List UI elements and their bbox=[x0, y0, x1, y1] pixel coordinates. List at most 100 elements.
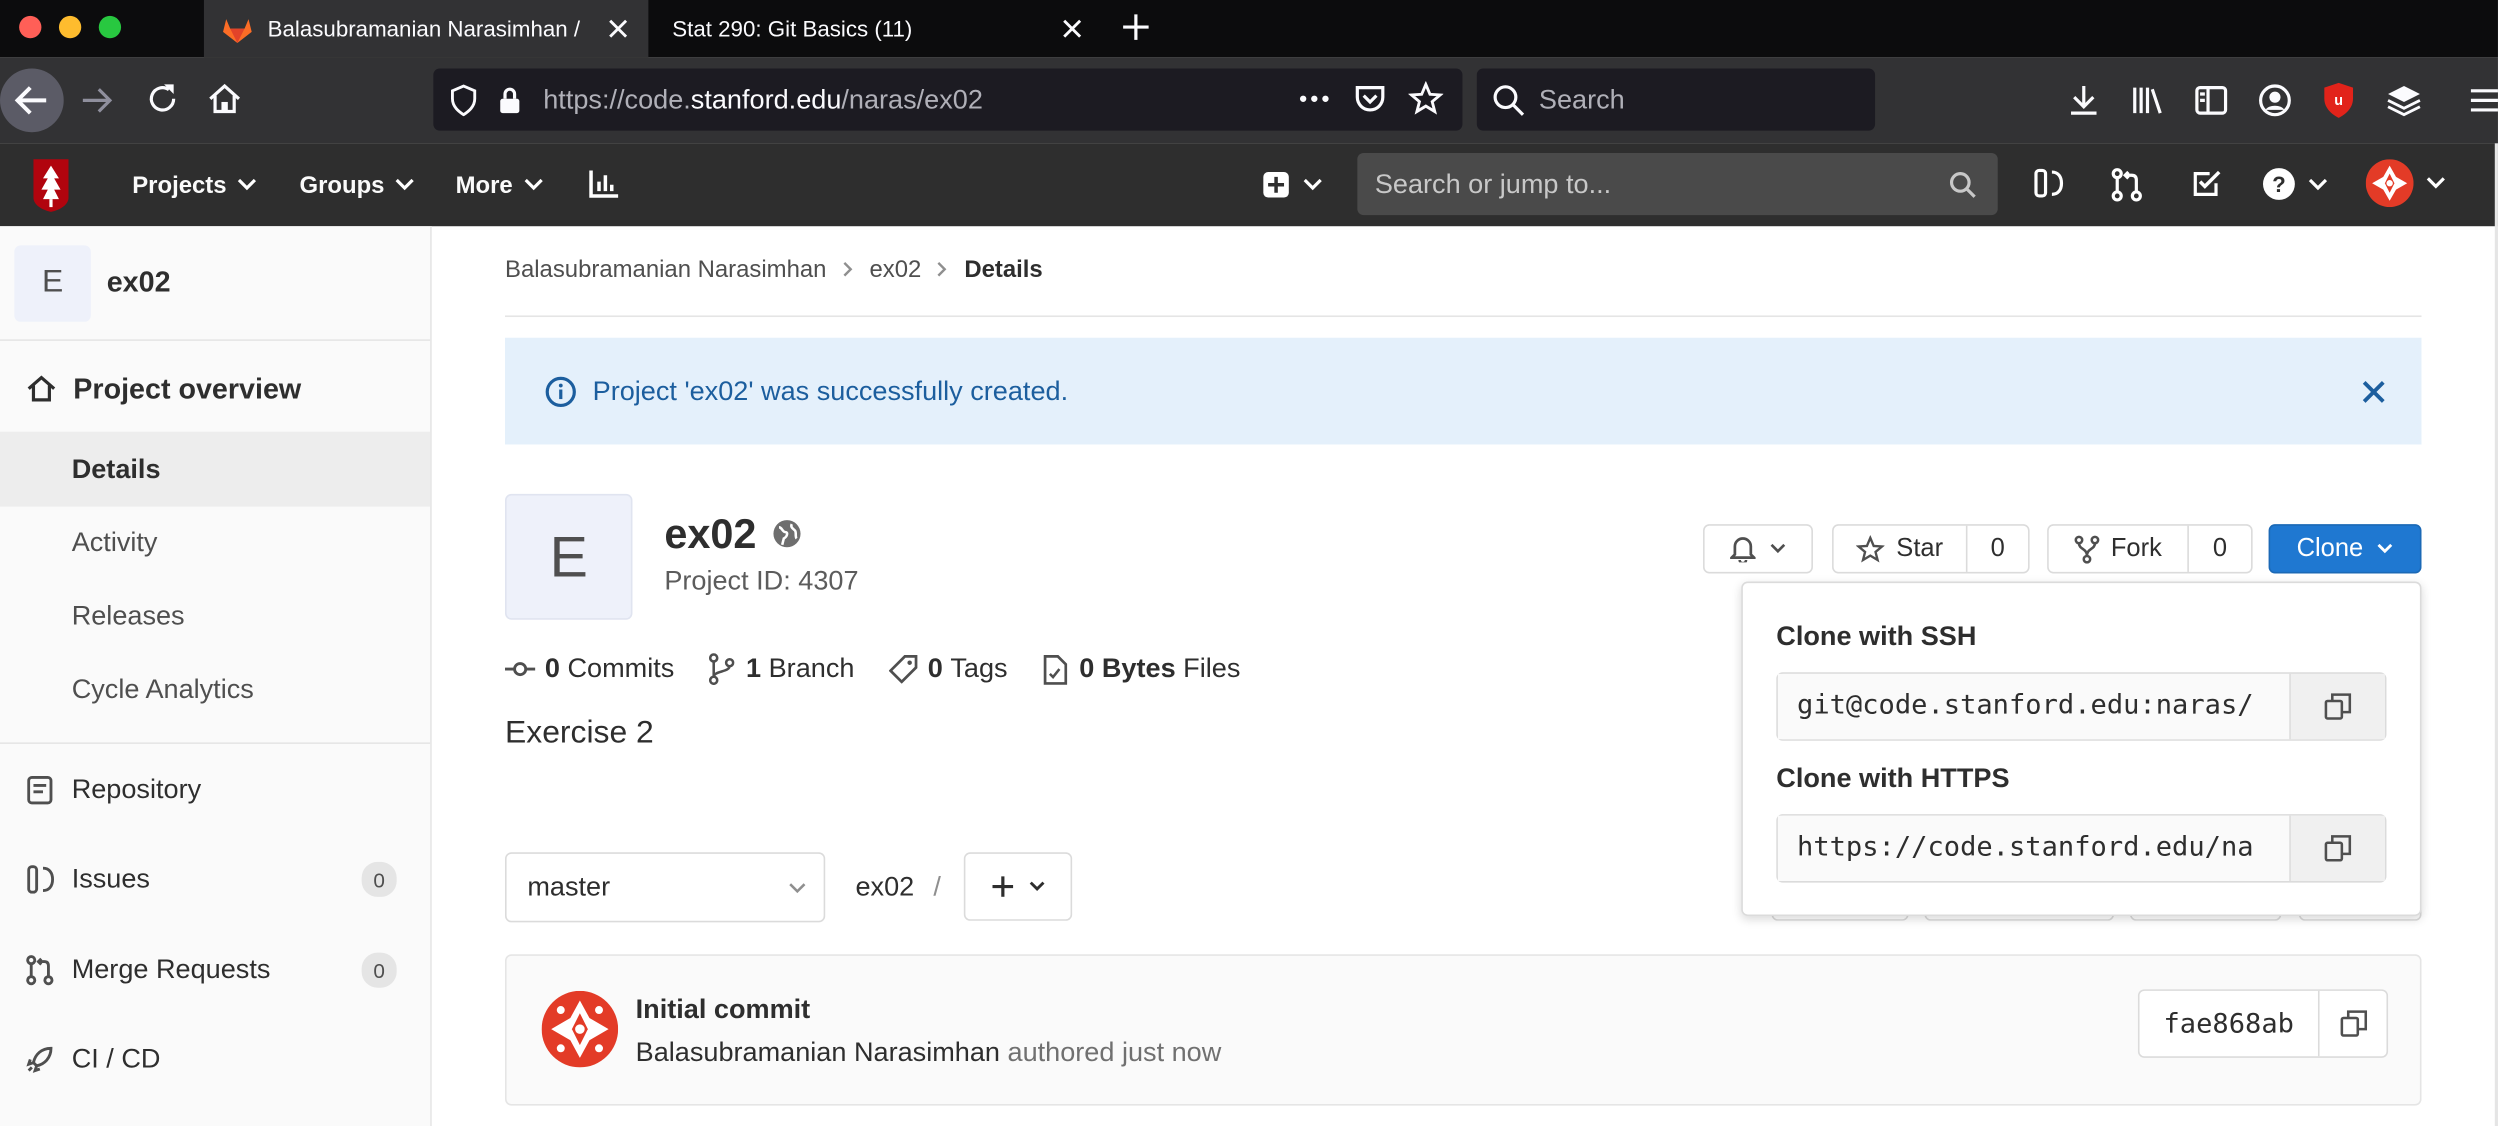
sidebar-item-merge-requests[interactable]: Merge Requests 0 bbox=[0, 934, 430, 1007]
back-button[interactable] bbox=[0, 68, 64, 133]
home-icon[interactable] bbox=[206, 80, 244, 118]
notification-dropdown[interactable] bbox=[1703, 524, 1813, 574]
star-button-group: Star 0 bbox=[1832, 524, 2030, 574]
files-stat[interactable]: 0 Bytes Files bbox=[1043, 653, 1240, 685]
clone-https-group: https://code.stanford.edu/na bbox=[1776, 814, 2387, 883]
menu-icon[interactable] bbox=[2469, 81, 2498, 119]
sidebar-item-label: Activity bbox=[71, 527, 158, 558]
browser-search-bar[interactable]: Search bbox=[1476, 68, 1876, 131]
project-id: Project ID: 4307 bbox=[664, 565, 859, 596]
nav-groups[interactable]: Groups bbox=[300, 143, 415, 226]
browser-tab-active[interactable]: Balasubramanian Narasimhan / bbox=[203, 0, 649, 58]
fork-button-group: Fork 0 bbox=[2047, 524, 2253, 574]
sidebar-project-header[interactable]: E ex02 bbox=[0, 226, 431, 341]
clone-ssh-url-input[interactable]: git@code.stanford.edu:naras/ bbox=[1777, 673, 2291, 740]
more-actions-icon[interactable] bbox=[1297, 81, 1332, 116]
nav-more[interactable]: More bbox=[456, 143, 543, 226]
star-button[interactable]: Star bbox=[1834, 525, 1968, 572]
commit-sha[interactable]: fae868ab bbox=[2140, 990, 2320, 1057]
window-maximize-button[interactable] bbox=[98, 15, 122, 39]
layers-icon[interactable] bbox=[2385, 81, 2423, 119]
new-tab-icon[interactable] bbox=[1120, 11, 1152, 43]
tag-icon bbox=[889, 655, 918, 684]
commit-author-avatar[interactable] bbox=[541, 990, 619, 1068]
breadcrumb-owner[interactable]: Balasubramanian Narasimhan bbox=[505, 256, 826, 283]
window-minimize-button[interactable] bbox=[58, 15, 82, 39]
branch-select[interactable]: master bbox=[505, 852, 826, 923]
stanford-tree-logo[interactable] bbox=[30, 156, 71, 213]
tags-stat[interactable]: 0 Tags bbox=[889, 653, 1008, 685]
browser-tab[interactable]: Stat 290: Git Basics (11) bbox=[648, 0, 1102, 57]
ublock-shield-icon[interactable]: u bbox=[2321, 81, 2356, 119]
document-icon bbox=[27, 775, 53, 805]
sidebar-toggle-icon[interactable] bbox=[2192, 81, 2230, 119]
breadcrumb-project[interactable]: ex02 bbox=[869, 256, 921, 283]
browser-tab-bar: Balasubramanian Narasimhan / Stat 290: G… bbox=[0, 0, 2498, 58]
sidebar-subitem-details[interactable]: Details bbox=[0, 431, 431, 507]
url-bar[interactable]: https://code.stanford.edu/naras/ex02 bbox=[433, 68, 1463, 131]
sidebar-item-ci-cd[interactable]: CI / CD bbox=[0, 1023, 430, 1096]
close-tab-icon[interactable] bbox=[604, 14, 633, 43]
sidebar-item-repository[interactable]: Repository bbox=[0, 754, 430, 827]
downloads-icon[interactable] bbox=[2065, 81, 2103, 119]
new-item-dropdown[interactable] bbox=[1262, 170, 1323, 199]
chevron-down-icon bbox=[1028, 881, 1044, 892]
sidebar-item-label: Details bbox=[71, 453, 161, 484]
library-icon[interactable] bbox=[2128, 81, 2166, 119]
lock-icon[interactable] bbox=[497, 85, 522, 114]
copy-ssh-button[interactable] bbox=[2290, 673, 2385, 740]
repo-path-separator: / bbox=[933, 871, 941, 902]
chevron-right-icon bbox=[842, 261, 853, 277]
gitlab-search-placeholder: Search or jump to... bbox=[1374, 168, 1612, 199]
star-count[interactable]: 0 bbox=[1967, 526, 2028, 572]
repo-path-project[interactable]: ex02 bbox=[855, 871, 914, 903]
sidebar-subitem-releases[interactable]: Releases bbox=[0, 580, 430, 653]
clone-https-url-input[interactable]: https://code.stanford.edu/na bbox=[1777, 815, 2291, 881]
user-menu-dropdown[interactable] bbox=[2365, 159, 2446, 208]
sidebar-subitem-activity[interactable]: Activity bbox=[0, 507, 430, 580]
nav-projects[interactable]: Projects bbox=[132, 143, 257, 226]
breadcrumb-divider bbox=[505, 315, 2422, 318]
window-close-button[interactable] bbox=[19, 15, 42, 39]
issues-icon bbox=[27, 865, 55, 894]
commits-stat[interactable]: 0 Commits bbox=[505, 653, 674, 685]
sidebar-subitem-cycle-analytics[interactable]: Cycle Analytics bbox=[0, 653, 430, 726]
close-alert-icon[interactable] bbox=[2362, 380, 2385, 403]
issues-sidebar-icon[interactable] bbox=[2033, 167, 2065, 199]
chevron-down-icon bbox=[789, 883, 807, 894]
commit-author-link[interactable]: Balasubramanian Narasimhan bbox=[636, 1037, 1000, 1069]
help-icon: ? bbox=[2262, 167, 2295, 200]
sidebar-item-project-overview[interactable]: Project overview bbox=[0, 352, 430, 425]
tracking-shield-icon[interactable] bbox=[449, 83, 478, 116]
gitlab-search-input[interactable]: Search or jump to... bbox=[1357, 152, 1998, 216]
fork-count[interactable]: 0 bbox=[2189, 526, 2251, 572]
fork-button[interactable]: Fork bbox=[2049, 525, 2189, 572]
sidebar-item-issues[interactable]: Issues 0 bbox=[0, 843, 430, 916]
clone-ssh-group: git@code.stanford.edu:naras/ bbox=[1776, 672, 2387, 741]
clone-ssh-label: Clone with SSH bbox=[1776, 621, 1977, 652]
add-file-dropdown[interactable] bbox=[963, 852, 1073, 921]
chevron-down-icon bbox=[2426, 177, 2445, 190]
reload-icon[interactable] bbox=[143, 80, 181, 118]
project-stats: 0 Commits 1 Branch 0 Tags 0 Bytes Files bbox=[505, 652, 1240, 687]
bookmark-star-icon[interactable] bbox=[1408, 81, 1444, 116]
commit-title[interactable]: Initial commit bbox=[636, 994, 811, 1026]
clone-button[interactable]: Clone bbox=[2268, 524, 2422, 574]
forward-icon[interactable] bbox=[76, 80, 117, 121]
home-icon bbox=[25, 373, 57, 405]
pocket-icon[interactable] bbox=[1353, 81, 1388, 116]
commit-icon bbox=[505, 660, 536, 679]
activity-chart-icon[interactable] bbox=[586, 166, 621, 201]
copy-https-button[interactable] bbox=[2290, 815, 2385, 881]
copy-icon bbox=[2324, 835, 2352, 862]
info-icon bbox=[545, 375, 577, 407]
help-dropdown[interactable]: ? bbox=[2262, 167, 2328, 200]
account-icon[interactable] bbox=[2256, 81, 2294, 119]
todo-icon[interactable] bbox=[2191, 167, 2223, 199]
merge-request-icon[interactable] bbox=[2111, 167, 2143, 202]
copy-sha-button[interactable] bbox=[2320, 991, 2387, 1056]
fork-label: Fork bbox=[2110, 534, 2162, 562]
merge-request-icon bbox=[25, 954, 54, 986]
close-tab-icon[interactable] bbox=[1058, 14, 1087, 43]
branch-stat[interactable]: 1 Branch bbox=[709, 653, 854, 686]
